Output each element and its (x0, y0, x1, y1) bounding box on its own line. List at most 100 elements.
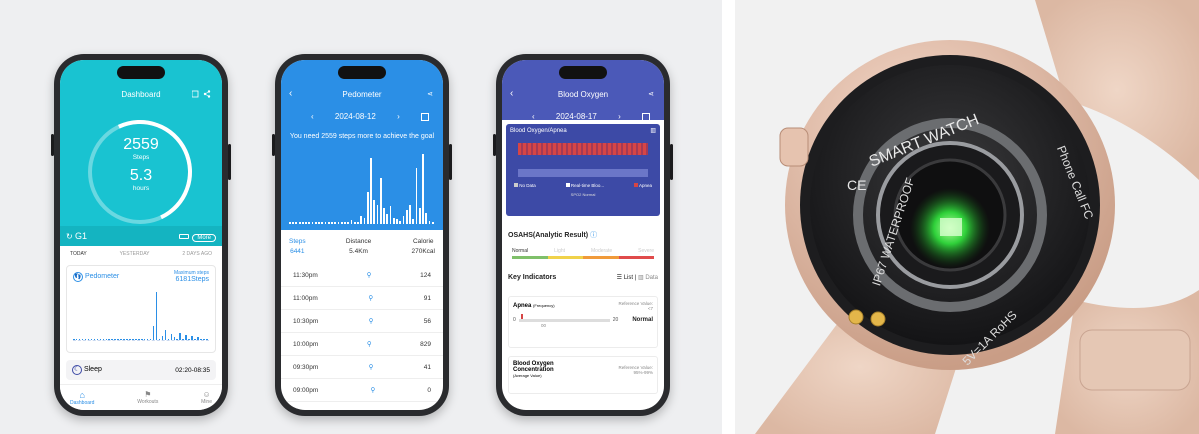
watch-photo: SMART WATCH CE IP67 WATERPROOF Phone Cal… (735, 0, 1199, 434)
chart-bar (324, 222, 327, 224)
chart-bar (126, 339, 128, 340)
chart-bar (311, 222, 314, 224)
chart-bar (389, 206, 392, 224)
chart-bar (360, 216, 363, 224)
chart-bar (340, 221, 343, 224)
chart-bar (344, 222, 346, 224)
chart-bar (102, 339, 105, 340)
device-name: G1 (74, 231, 87, 241)
list-item[interactable]: 11:30pm ⚲ 124 (281, 264, 443, 287)
chart-bar (96, 339, 99, 340)
share-icon[interactable] (192, 90, 212, 98)
chart-bar (99, 339, 102, 340)
chart-bar (353, 221, 356, 224)
chart-bar (308, 222, 311, 224)
steps-value: 2559 (123, 136, 159, 153)
phone-notch (559, 66, 607, 79)
sleep-card[interactable]: ☾ Sleep 02:20-08:35 (66, 360, 216, 380)
blood-oxygen-chart: Blood Oxygen/Apnea ▥ No Data Real-time Bl… (506, 124, 660, 216)
chart-bar (188, 339, 190, 340)
chart-bar (167, 339, 170, 340)
next-date-icon[interactable]: › (397, 112, 400, 121)
pedometer-chart (289, 152, 435, 224)
chart-bar (321, 222, 324, 224)
tab-dashboard[interactable]: ⌂ Dashboard (70, 390, 94, 406)
list-item[interactable]: 09:00pm ⚲ 0 (281, 379, 443, 402)
chart-bar (143, 339, 146, 340)
blood-oxygen-phone: ‹ Blood Oxygen ⋖ ‹ 2024-08-17 › Blood Ox… (493, 54, 673, 416)
osahs-title: OSAHS(Analytic Result) ⓘ (508, 232, 598, 239)
chart-bar (396, 219, 398, 224)
date-label: 2024-08-17 (555, 112, 597, 121)
date-label: 2024-08-12 (334, 112, 376, 121)
list-item[interactable]: 09:30pm ⚲ 41 (281, 356, 443, 379)
pedometer-label: Pedometer (84, 272, 120, 280)
tab-workouts[interactable]: ⚑ Workouts (137, 390, 158, 405)
chart-bar (114, 339, 116, 340)
distance-value: 5.4Km (349, 247, 368, 255)
data-view-button[interactable]: ▥ Data (638, 275, 658, 281)
chart-bar (425, 212, 428, 224)
chart-bar (152, 325, 155, 340)
chart-bar (305, 222, 307, 224)
chart-bar (405, 209, 408, 224)
list-item[interactable]: 10:00pm ⚲ 829 (281, 333, 443, 356)
chart-bar (289, 222, 291, 224)
tab-2-days-ago[interactable]: 2 DAYS AGO (182, 251, 212, 257)
list-item[interactable]: 10:30pm ⚲ 56 (281, 310, 443, 333)
chart-bar (123, 339, 125, 340)
calendar-icon[interactable] (420, 112, 429, 121)
help-icon[interactable]: ⓘ (590, 232, 597, 239)
chart-bar (295, 222, 298, 224)
dashboard-phone: Dashboard 2559 Steps 5.3 hours ↻ G1 More… (51, 54, 231, 416)
chart-bar (117, 339, 119, 340)
blood-oxygen-card[interactable]: Blood Oxygen Concentration (Average Value… (508, 356, 658, 394)
sync-icon[interactable]: ↻ (66, 232, 73, 241)
list-view-button[interactable]: ☰ List (617, 275, 633, 281)
max-steps-value: 6181Steps (175, 276, 209, 283)
chart-bar (422, 153, 424, 224)
chart-bar (347, 222, 350, 224)
device-bar: ↻ G1 More (60, 226, 222, 246)
prev-date-icon[interactable]: ‹ (311, 112, 314, 121)
sleep-label: Sleep (83, 366, 102, 373)
chart-footnote: SPO2 Normal (570, 192, 596, 197)
smart-watch-image: SMART WATCH CE IP67 WATERPROOF Phone Cal… (755, 0, 1199, 434)
chart-bar (191, 336, 193, 340)
next-date-icon[interactable]: › (618, 112, 621, 121)
chart-bar (386, 214, 389, 224)
chart-bar (318, 221, 320, 224)
tab-yesterday[interactable]: YESTERDAY (120, 251, 150, 257)
chart-bar (173, 337, 176, 340)
shoe-icon: ⚲ (368, 318, 374, 325)
distance-label: Distance (345, 237, 372, 245)
day-tabs: TODAY YESTERDAY 2 DAYS AGO (60, 247, 222, 261)
chart-bar (170, 334, 173, 340)
prev-date-icon[interactable]: ‹ (532, 112, 535, 121)
hours-value: 5.3 (129, 167, 153, 184)
chart-bar (194, 339, 196, 340)
chart-bar (337, 222, 340, 224)
more-button[interactable]: More (192, 233, 216, 242)
bar-chart-icon[interactable]: ▥ (650, 127, 656, 134)
shoe-icon: ⚲ (370, 387, 376, 394)
calendar-icon[interactable] (641, 112, 650, 121)
share-icon[interactable]: ⋖ (427, 90, 433, 98)
chart-bar (370, 158, 372, 224)
chart-bar (357, 222, 359, 224)
chart-bar (78, 339, 81, 340)
list-item[interactable]: 11:00pm ⚲ 91 (281, 287, 443, 310)
chart-bar (176, 339, 178, 340)
pedometer-card[interactable]: 👣 Pedometer Maximum steps 6181Steps (66, 265, 216, 353)
chart-bar (402, 216, 405, 224)
shoe-icon: ⚲ (366, 341, 372, 348)
chart-bar (164, 330, 167, 340)
apnea-card[interactable]: Apnea (Frequency) Reference Value: <7 0 20… (508, 296, 658, 348)
tab-mine[interactable]: ☺ Mine (201, 390, 212, 405)
share-icon[interactable]: ⋖ (648, 90, 654, 98)
pedometer-phone: ‹ Pedometer ⋖ ‹ 2024-08-12 › You need 25… (272, 54, 452, 416)
chart-bar (90, 339, 93, 340)
chart-bar (146, 339, 149, 340)
tab-today[interactable]: TODAY (70, 251, 87, 257)
phones-panel: Dashboard 2559 Steps 5.3 hours ↻ G1 More… (0, 0, 722, 434)
